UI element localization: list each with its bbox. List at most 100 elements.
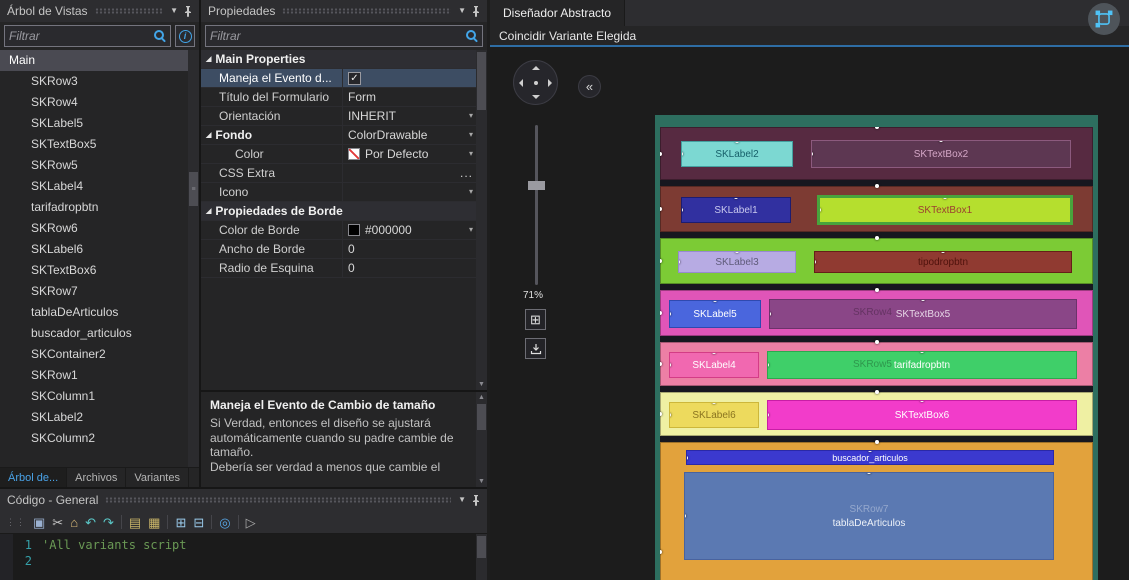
designer-control-sklabel6[interactable]: SKLabel6 xyxy=(669,402,759,428)
chevron-down-icon[interactable]: ▼ xyxy=(458,7,466,15)
search-icon[interactable] xyxy=(152,29,166,43)
property-value[interactable]: INHERIT xyxy=(348,109,396,123)
tree-item[interactable]: SKTextBox5 xyxy=(0,134,199,155)
tree-item[interactable]: SKRow6 xyxy=(0,218,199,239)
no-color-icon[interactable] xyxy=(348,148,360,160)
pin-icon[interactable] xyxy=(183,5,193,17)
designer-control-sktextbox2[interactable]: SKTextBox2 xyxy=(811,140,1071,168)
tree-item[interactable]: SKRow4 xyxy=(0,92,199,113)
zoom-slider-thumb[interactable] xyxy=(528,181,545,190)
expander-icon[interactable]: ◢ xyxy=(206,208,211,215)
tree-item[interactable]: SKColumn2 xyxy=(0,428,199,449)
dpad-control[interactable] xyxy=(513,60,558,105)
tree-scrollbar[interactable]: ≡ xyxy=(188,50,199,467)
designer-control-sklabel2[interactable]: SKLabel2 xyxy=(681,141,793,167)
property-row-background[interactable]: ◢ Fondo ColorDrawable ▾ xyxy=(201,126,487,145)
tab-disenador-abstracto[interactable]: Diseñador Abstracto xyxy=(490,0,626,26)
tree-item[interactable]: SKContainer2 xyxy=(0,344,199,365)
code-editor[interactable]: 1 'All variants script 2 xyxy=(0,534,487,580)
design-form[interactable]: SKLabel2 SKTextBox2 SKLabel1 SKTextBox1 xyxy=(655,115,1098,580)
redo-icon[interactable]: ↷ xyxy=(103,516,114,529)
designer-control-sklabel3[interactable]: SKLabel3 xyxy=(678,251,796,273)
scrollbar-thumb[interactable] xyxy=(477,536,486,558)
tab-archivos[interactable]: Archivos xyxy=(67,468,127,487)
designer-row-skrow6[interactable]: SKLabel6 SKTextBox6 xyxy=(660,390,1093,436)
pin-icon[interactable] xyxy=(471,5,481,17)
chevron-down-icon[interactable]: ▾ xyxy=(469,112,473,120)
property-value[interactable]: Form xyxy=(348,90,376,104)
toolbar-grip[interactable]: ⋮⋮ xyxy=(6,517,26,528)
designer-control-sklabel5[interactable]: SKLabel5 xyxy=(669,300,761,328)
tree-item-main[interactable]: Main xyxy=(0,50,199,71)
designer-control-sktextbox5[interactable]: SKTextBox5 xyxy=(769,299,1077,329)
pin-icon[interactable] xyxy=(471,494,481,506)
tree-item[interactable]: SKRow5 xyxy=(0,155,199,176)
chevron-down-icon[interactable]: ▼ xyxy=(170,7,178,15)
design-canvas[interactable]: « 71% ⊞ SKLabel2 SKTextBox2 SKLabel1 SKT… xyxy=(490,47,1129,580)
fit-to-screen-button[interactable]: ⊞ xyxy=(525,309,546,330)
properties-filter-input[interactable] xyxy=(210,29,464,43)
tree-item[interactable]: SKLabel4 xyxy=(0,176,199,197)
list-icon[interactable]: ▤ xyxy=(129,516,141,529)
designer-row-skrow4[interactable]: SKRow4 SKLabel5 SKTextBox5 xyxy=(660,288,1093,336)
property-grid-scrollbar[interactable]: ▼ xyxy=(476,50,487,390)
property-row-icon[interactable]: Icono ▾ xyxy=(201,183,487,202)
info-button[interactable]: i xyxy=(175,25,195,47)
variants-focus-button[interactable] xyxy=(1088,3,1120,35)
designer-row-skrow5[interactable]: SKRow5 SKLabel4 tarifadropbtn xyxy=(660,340,1093,386)
tab-arbol-de-vistas[interactable]: Árbol de... xyxy=(0,468,68,487)
property-row-color[interactable]: Color Por Defecto ▾ xyxy=(201,145,487,164)
scrollbar-thumb[interactable] xyxy=(477,404,486,430)
expander-icon[interactable]: ◢ xyxy=(206,132,211,139)
undo-icon[interactable]: ↶ xyxy=(85,516,96,529)
designer-control-tarifadropbtn[interactable]: tarifadropbtn xyxy=(767,351,1077,379)
code-scrollbar[interactable] xyxy=(476,534,487,580)
run-icon[interactable]: ▷ xyxy=(246,516,256,529)
scroll-up-icon[interactable]: ▲ xyxy=(476,392,487,403)
dpad-right-icon[interactable] xyxy=(548,78,552,87)
tree-item[interactable]: SKTextBox6 xyxy=(0,260,199,281)
paste-icon[interactable]: ▣ xyxy=(33,516,45,529)
add-icon[interactable]: ⊞ xyxy=(175,516,186,529)
zoom-slider[interactable] xyxy=(535,125,538,285)
dpad-up-icon[interactable] xyxy=(531,66,540,70)
chevron-down-icon[interactable]: ▾ xyxy=(469,226,473,234)
tree-item[interactable]: SKColumn1 xyxy=(0,386,199,407)
property-value[interactable]: #000000 xyxy=(365,223,412,237)
tree-item[interactable]: SKLabel6 xyxy=(0,239,199,260)
table-icon[interactable]: ▦ xyxy=(148,516,160,529)
variant-bar[interactable]: Coincidir Variante Elegida xyxy=(490,26,1129,45)
description-scrollbar[interactable]: ▲ ▼ xyxy=(476,392,487,487)
property-group-border[interactable]: ◢ Propiedades de Borde xyxy=(201,202,487,221)
designer-control-sktextbox1[interactable]: SKTextBox1 xyxy=(817,195,1073,225)
scroll-down-icon[interactable]: ▼ xyxy=(476,476,487,487)
property-row-orientation[interactable]: Orientación INHERIT ▾ xyxy=(201,107,487,126)
tree-item[interactable]: buscador_articulos xyxy=(0,323,199,344)
tree-item[interactable]: tarifadropbtn xyxy=(0,197,199,218)
remove-icon[interactable]: ⊟ xyxy=(193,516,204,529)
expander-icon[interactable]: ◢ xyxy=(206,56,211,63)
search-icon[interactable] xyxy=(464,29,478,43)
property-row-form-title[interactable]: Título del Formulario Form xyxy=(201,88,487,107)
property-value[interactable]: 0 xyxy=(348,242,355,256)
designer-control-sktextbox6[interactable]: SKTextBox6 xyxy=(767,400,1077,430)
tree-item[interactable]: SKRow3 xyxy=(0,71,199,92)
chevron-down-icon[interactable]: ▾ xyxy=(469,188,473,196)
home-icon[interactable]: ⌂ xyxy=(70,516,78,529)
ellipsis-button[interactable]: ... xyxy=(460,166,473,180)
color-swatch[interactable] xyxy=(348,224,360,236)
designer-control-sklabel4[interactable]: SKLabel4 xyxy=(669,352,759,378)
tree-item[interactable]: SKLabel5 xyxy=(0,113,199,134)
designer-control-tabla-de-articulos[interactable]: SKRow7 tablaDeArticulos xyxy=(684,472,1054,560)
property-row-corner-radius[interactable]: Radio de Esquina 0 xyxy=(201,259,487,278)
cut-icon[interactable]: ✂ xyxy=(52,516,63,529)
property-row-resize-event[interactable]: Maneja el Evento d... ✓ xyxy=(201,69,487,88)
scrollbar-thumb[interactable]: ≡ xyxy=(189,172,198,206)
tree-item[interactable]: tablaDeArticulos xyxy=(0,302,199,323)
export-button[interactable] xyxy=(525,338,546,359)
property-row-border-color[interactable]: Color de Borde #000000 ▾ xyxy=(201,221,487,240)
tree-item[interactable]: SKRow7 xyxy=(0,281,199,302)
designer-control-buscador-articulos[interactable]: buscador_articulos xyxy=(686,450,1054,465)
chevron-down-icon[interactable]: ▾ xyxy=(469,150,473,158)
property-value[interactable]: 0 xyxy=(348,261,355,275)
